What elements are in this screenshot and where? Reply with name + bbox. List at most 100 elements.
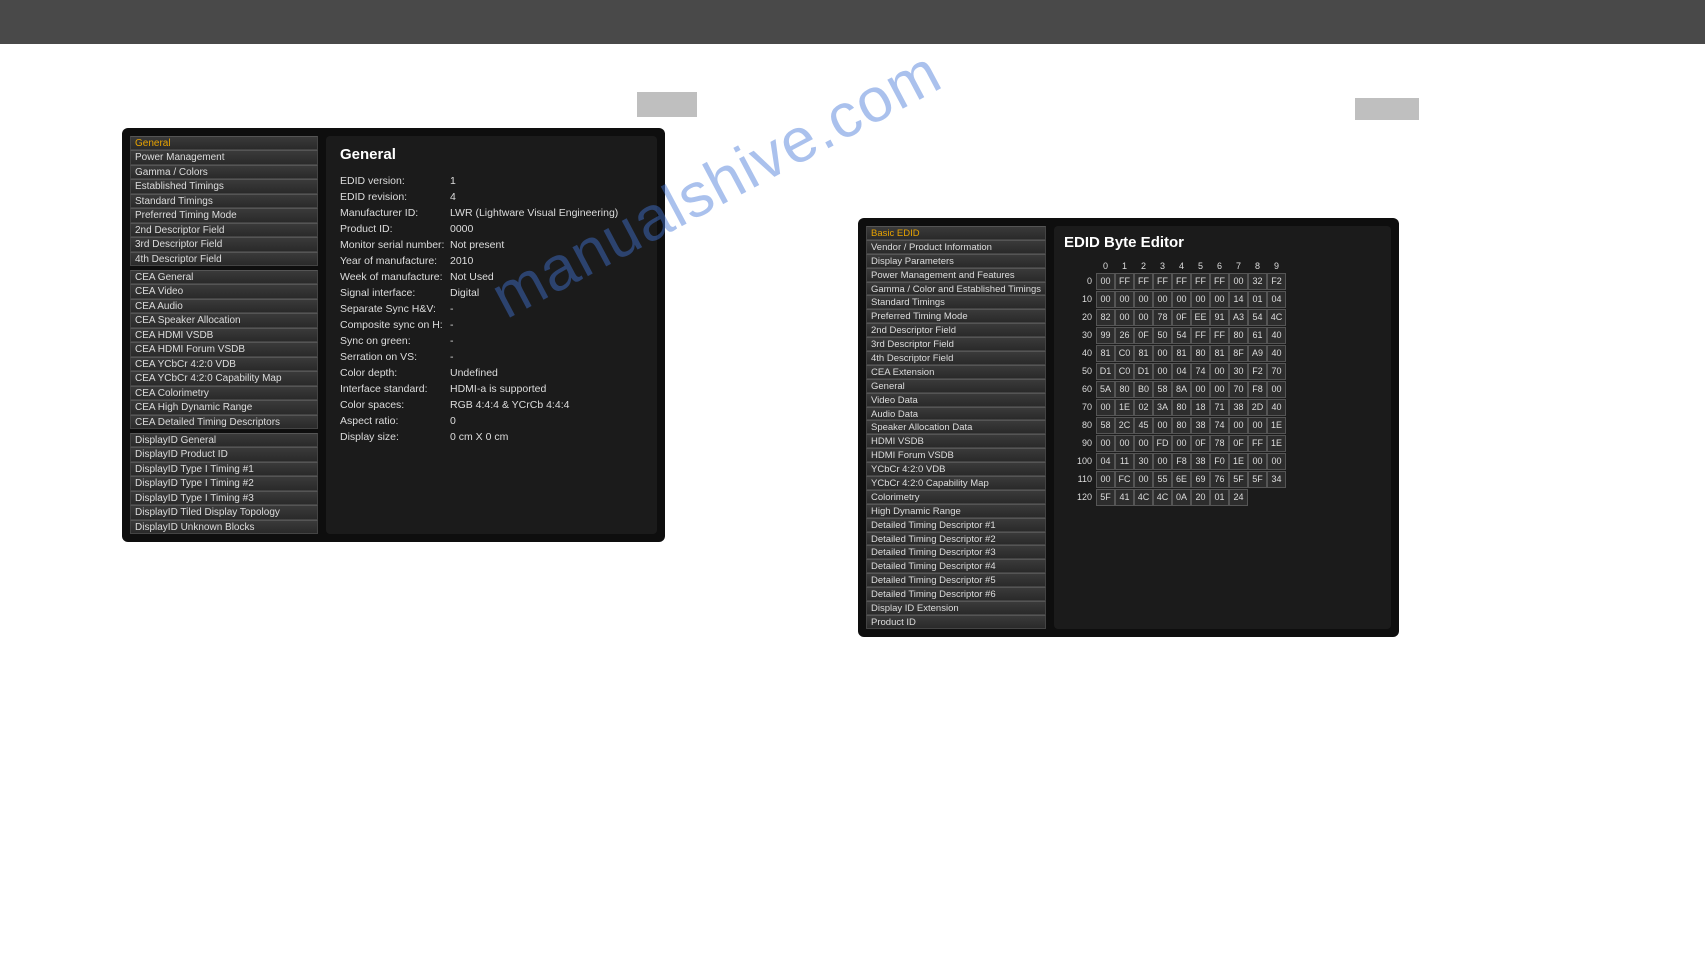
nav-item[interactable]: General (866, 379, 1046, 393)
byte-cell[interactable]: F2 (1267, 273, 1286, 290)
byte-cell[interactable]: 80 (1229, 327, 1248, 344)
byte-cell[interactable]: 00 (1191, 381, 1210, 398)
nav-item[interactable]: Detailed Timing Descriptor #3 (866, 545, 1046, 559)
byte-cell[interactable]: 00 (1248, 453, 1267, 470)
nav-item[interactable]: Display ID Extension (866, 601, 1046, 615)
byte-cell[interactable]: 74 (1210, 417, 1229, 434)
byte-cell[interactable]: 40 (1267, 399, 1286, 416)
byte-cell[interactable]: 78 (1153, 309, 1172, 326)
nav-item[interactable]: Colorimetry (866, 490, 1046, 504)
byte-cell[interactable]: 00 (1210, 291, 1229, 308)
byte-cell[interactable]: 00 (1172, 435, 1191, 452)
byte-cell[interactable]: 0F (1229, 435, 1248, 452)
byte-cell[interactable]: 80 (1191, 345, 1210, 362)
button-placeholder-left[interactable] (637, 92, 697, 117)
byte-cell[interactable]: 41 (1115, 489, 1134, 506)
byte-cell[interactable]: 2C (1115, 417, 1134, 434)
byte-cell[interactable]: 0F (1172, 309, 1191, 326)
byte-cell[interactable]: F8 (1248, 381, 1267, 398)
nav-item[interactable]: 2nd Descriptor Field (866, 323, 1046, 337)
byte-cell[interactable]: 00 (1191, 291, 1210, 308)
byte-cell[interactable]: 4C (1134, 489, 1153, 506)
byte-cell[interactable]: 24 (1229, 489, 1248, 506)
nav-item[interactable]: 3rd Descriptor Field (130, 237, 318, 251)
byte-cell[interactable]: 00 (1153, 453, 1172, 470)
nav-item[interactable]: DisplayID Tiled Display Topology (130, 505, 318, 519)
byte-cell[interactable]: 00 (1115, 291, 1134, 308)
byte-cell[interactable]: 30 (1134, 453, 1153, 470)
nav-item[interactable]: General (130, 136, 318, 150)
byte-cell[interactable]: 58 (1153, 381, 1172, 398)
nav-item[interactable]: CEA General (130, 270, 318, 284)
byte-cell[interactable]: 38 (1229, 399, 1248, 416)
byte-cell[interactable]: 61 (1248, 327, 1267, 344)
byte-cell[interactable]: 30 (1229, 363, 1248, 380)
byte-cell[interactable]: 00 (1248, 417, 1267, 434)
byte-cell[interactable]: 1E (1229, 453, 1248, 470)
byte-cell[interactable]: 6E (1172, 471, 1191, 488)
nav-item[interactable]: Preferred Timing Mode (130, 208, 318, 222)
byte-cell[interactable]: 74 (1191, 363, 1210, 380)
byte-cell[interactable]: 00 (1267, 453, 1286, 470)
byte-cell[interactable]: 34 (1267, 471, 1286, 488)
byte-cell[interactable]: 81 (1134, 345, 1153, 362)
byte-cell[interactable]: 00 (1134, 435, 1153, 452)
byte-cell[interactable]: 5F (1229, 471, 1248, 488)
byte-cell[interactable]: FF (1248, 435, 1267, 452)
byte-cell[interactable]: F0 (1210, 453, 1229, 470)
byte-cell[interactable]: 58 (1096, 417, 1115, 434)
byte-cell[interactable]: 81 (1096, 345, 1115, 362)
byte-cell[interactable]: 04 (1096, 453, 1115, 470)
nav-item[interactable]: CEA Colorimetry (130, 386, 318, 400)
byte-cell[interactable]: FF (1153, 273, 1172, 290)
byte-cell[interactable]: 4C (1153, 489, 1172, 506)
byte-cell[interactable]: 00 (1210, 363, 1229, 380)
nav-item[interactable]: HDMI VSDB (866, 434, 1046, 448)
byte-cell[interactable]: 00 (1229, 273, 1248, 290)
nav-item[interactable]: Detailed Timing Descriptor #4 (866, 559, 1046, 573)
byte-cell[interactable]: 76 (1210, 471, 1229, 488)
nav-item[interactable]: Vendor / Product Information (866, 240, 1046, 254)
byte-cell[interactable]: FF (1191, 327, 1210, 344)
byte-cell[interactable]: 14 (1229, 291, 1248, 308)
byte-cell[interactable]: 00 (1115, 309, 1134, 326)
byte-cell[interactable]: 0F (1191, 435, 1210, 452)
nav-item[interactable]: Gamma / Colors (130, 165, 318, 179)
byte-cell[interactable]: 81 (1210, 345, 1229, 362)
nav-item[interactable]: Audio Data (866, 407, 1046, 421)
byte-cell[interactable]: 91 (1210, 309, 1229, 326)
nav-item[interactable]: DisplayID Unknown Blocks (130, 520, 318, 534)
byte-cell[interactable]: B0 (1134, 381, 1153, 398)
byte-cell[interactable]: 00 (1153, 345, 1172, 362)
byte-cell[interactable]: 00 (1172, 291, 1191, 308)
nav-item[interactable]: CEA Extension (866, 365, 1046, 379)
nav-item[interactable]: Display Parameters (866, 254, 1046, 268)
byte-cell[interactable]: EE (1191, 309, 1210, 326)
byte-cell[interactable]: FF (1134, 273, 1153, 290)
nav-item[interactable]: DisplayID General (130, 433, 318, 447)
byte-cell[interactable]: 71 (1210, 399, 1229, 416)
byte-cell[interactable]: 00 (1153, 363, 1172, 380)
nav-item[interactable]: CEA Video (130, 284, 318, 298)
byte-cell[interactable]: 5F (1248, 471, 1267, 488)
byte-cell[interactable]: FF (1172, 273, 1191, 290)
nav-item[interactable]: Basic EDID (866, 226, 1046, 240)
byte-cell[interactable]: 1E (1115, 399, 1134, 416)
byte-cell[interactable]: 00 (1134, 291, 1153, 308)
byte-cell[interactable]: 00 (1134, 309, 1153, 326)
nav-item[interactable]: Gamma / Color and Established Timings (866, 282, 1046, 296)
byte-cell[interactable]: 5F (1096, 489, 1115, 506)
byte-cell[interactable]: 00 (1096, 399, 1115, 416)
byte-cell[interactable]: D1 (1134, 363, 1153, 380)
byte-cell[interactable]: 01 (1210, 489, 1229, 506)
byte-cell[interactable]: 8F (1229, 345, 1248, 362)
byte-cell[interactable]: 81 (1172, 345, 1191, 362)
nav-item[interactable]: 4th Descriptor Field (866, 351, 1046, 365)
byte-cell[interactable]: 18 (1191, 399, 1210, 416)
byte-cell[interactable]: 00 (1229, 417, 1248, 434)
byte-cell[interactable]: 54 (1248, 309, 1267, 326)
byte-cell[interactable]: C0 (1115, 345, 1134, 362)
byte-cell[interactable]: 38 (1191, 453, 1210, 470)
nav-item[interactable]: 4th Descriptor Field (130, 252, 318, 266)
byte-cell[interactable]: 40 (1267, 327, 1286, 344)
